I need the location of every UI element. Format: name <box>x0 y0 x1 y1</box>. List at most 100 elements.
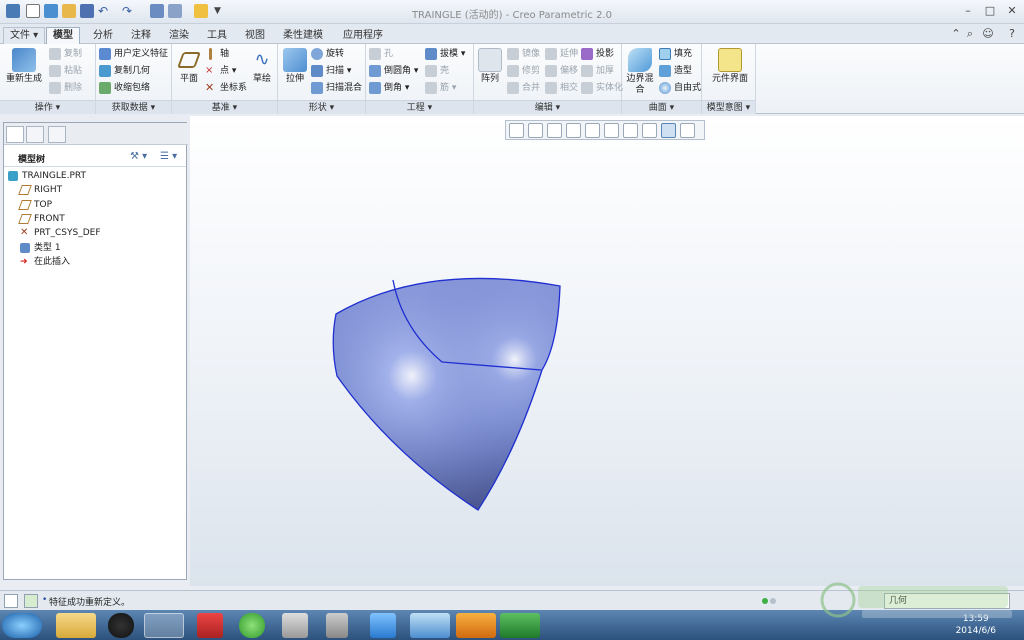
mirror-button[interactable]: 镜像 <box>506 46 540 62</box>
folder-browser-tab-icon[interactable] <box>26 126 44 143</box>
fill-button[interactable]: 填充 <box>658 46 692 62</box>
swept-blend-icon <box>311 82 323 94</box>
shell-button[interactable]: 壳 <box>424 63 449 79</box>
explorer-taskbar-icon[interactable] <box>56 613 96 638</box>
navigator-toggle-icon[interactable] <box>4 594 18 608</box>
group-label-editing[interactable]: 编辑 ▾ <box>474 100 621 114</box>
csys-button[interactable]: ✕ 坐标系 <box>204 80 247 96</box>
draft-button[interactable]: 拔模 ▾ <box>424 46 465 62</box>
sketch-button[interactable]: ∿ 草绘 <box>248 48 276 85</box>
boundary-blend-icon <box>628 48 652 72</box>
chat-taskbar-icon[interactable] <box>370 613 396 638</box>
qq-taskbar-icon[interactable] <box>108 613 134 638</box>
minimize-button[interactable]: – <box>960 3 976 19</box>
community-icon[interactable]: ☺ <box>980 26 996 42</box>
browser-taskbar-icon[interactable] <box>239 613 265 638</box>
annotation-display-icon[interactable] <box>680 123 695 138</box>
extrude-button[interactable]: 拉伸 <box>280 48 310 85</box>
group-label-engineering[interactable]: 工程 ▾ <box>366 100 473 114</box>
app-taskbar-icon[interactable] <box>410 613 450 638</box>
model-view[interactable] <box>190 116 1024 586</box>
project-button[interactable]: 投影 <box>580 46 614 62</box>
tab-file[interactable]: 文件 ▾ <box>3 27 46 44</box>
triangle-surface[interactable] <box>332 277 561 511</box>
copy-button[interactable]: 复制 <box>48 46 82 62</box>
hole-button[interactable]: 孔 <box>368 46 393 62</box>
calculator-taskbar-icon[interactable] <box>326 613 348 638</box>
delete-icon <box>49 82 61 94</box>
tab-flexible-modeling[interactable]: 柔性建模 <box>276 27 330 44</box>
merge-button[interactable]: 合并 <box>506 80 540 96</box>
datum-display-icon[interactable] <box>642 123 657 138</box>
chamfer-button[interactable]: 倒角 ▾ <box>368 80 409 96</box>
tree-settings-icon[interactable]: ⚒ ▾ <box>130 151 147 162</box>
tree-show-icon[interactable]: ☰ ▾ <box>160 151 177 162</box>
axis-button[interactable]: 轴 <box>204 46 229 62</box>
tab-applications[interactable]: 应用程序 <box>336 27 390 44</box>
component-interface-button[interactable]: 元件界面 <box>712 48 748 85</box>
swept-blend-button[interactable]: 扫描混合 <box>310 80 362 96</box>
start-button-icon[interactable] <box>2 613 42 638</box>
offset-button[interactable]: 偏移 <box>544 63 578 79</box>
group-label-model-intent[interactable]: 模型意图 ▾ <box>702 100 755 114</box>
spin-center-icon[interactable] <box>661 123 676 138</box>
display-style-icon[interactable] <box>585 123 600 138</box>
freestyle-button[interactable]: 自由式 <box>658 80 701 96</box>
sweep-button[interactable]: 扫描 ▾ <box>310 63 351 79</box>
extend-button[interactable]: 延伸 <box>544 46 578 62</box>
group-label-operations[interactable]: 操作 ▾ <box>0 100 95 114</box>
trim-icon <box>507 65 519 77</box>
revolve-button[interactable]: 旋转 <box>310 46 344 62</box>
copy-geometry-button[interactable]: 复制几何 <box>98 63 150 79</box>
search-icon[interactable]: ⌕ <box>962 26 978 42</box>
paste-button[interactable]: 粘贴 <box>48 63 82 79</box>
tab-view[interactable]: 视图 <box>238 27 272 44</box>
tab-render[interactable]: 渲染 <box>162 27 196 44</box>
group-label-surfaces[interactable]: 曲面 ▾ <box>622 100 701 114</box>
boundary-blend-button[interactable]: 边界混合 <box>624 48 656 96</box>
rib-button[interactable]: 筋 ▾ <box>424 80 456 96</box>
udf-button[interactable]: 用户定义特征 <box>98 46 168 62</box>
close-button[interactable]: ✕ <box>1004 3 1020 19</box>
datum-plane-button[interactable]: 平面 <box>174 48 204 85</box>
group-label-shapes[interactable]: 形状 ▾ <box>278 100 365 114</box>
regenerate-button[interactable]: 重新生成 <box>4 48 44 85</box>
tool-taskbar-icon[interactable] <box>282 613 308 638</box>
outlook-taskbar-icon[interactable] <box>456 613 496 638</box>
group-label-get-data[interactable]: 获取数据 ▾ <box>96 100 171 114</box>
point-button[interactable]: × 点 ▾ <box>204 63 236 79</box>
paste-icon <box>49 65 61 77</box>
solidify-button[interactable]: 实体化 <box>580 80 623 96</box>
graphics-area[interactable] <box>190 116 1024 586</box>
intersect-button[interactable]: 相交 <box>544 80 578 96</box>
pattern-button[interactable]: 阵列 <box>476 48 504 85</box>
zoom-out-icon[interactable] <box>547 123 562 138</box>
model-tree-tab-icon[interactable] <box>6 126 24 143</box>
tab-model[interactable]: 模型 <box>46 27 80 44</box>
refit-icon[interactable] <box>509 123 524 138</box>
offset-icon <box>545 65 557 77</box>
thicken-button[interactable]: 加厚 <box>580 63 614 79</box>
creo-taskbar-icon[interactable] <box>144 613 184 638</box>
favorites-tab-icon[interactable] <box>48 126 66 143</box>
tab-tools[interactable]: 工具 <box>200 27 234 44</box>
find-binoculars-icon[interactable] <box>792 594 808 608</box>
tab-analysis[interactable]: 分析 <box>86 27 120 44</box>
help-icon[interactable]: ? <box>1004 26 1020 42</box>
shrinkwrap-button[interactable]: 收缩包络 <box>98 80 150 96</box>
maximize-button[interactable]: □ <box>982 3 998 19</box>
browser-toggle-icon[interactable] <box>24 594 38 608</box>
trim-button[interactable]: 修剪 <box>506 63 540 79</box>
repaint-icon[interactable] <box>566 123 581 138</box>
saved-orientations-icon[interactable] <box>604 123 619 138</box>
tab-annotate[interactable]: 注释 <box>124 27 158 44</box>
round-button[interactable]: 倒圆角 ▾ <box>368 63 418 79</box>
acrobat-taskbar-icon[interactable] <box>197 613 223 638</box>
excel-taskbar-icon[interactable] <box>500 613 540 638</box>
style-button[interactable]: 造型 <box>658 63 692 79</box>
zoom-in-icon[interactable] <box>528 123 543 138</box>
delete-button[interactable]: 删除 <box>48 80 82 96</box>
tree-item-label: 在此插入 <box>34 256 71 267</box>
group-label-datum[interactable]: 基准 ▾ <box>172 100 277 114</box>
view-manager-icon[interactable] <box>623 123 638 138</box>
